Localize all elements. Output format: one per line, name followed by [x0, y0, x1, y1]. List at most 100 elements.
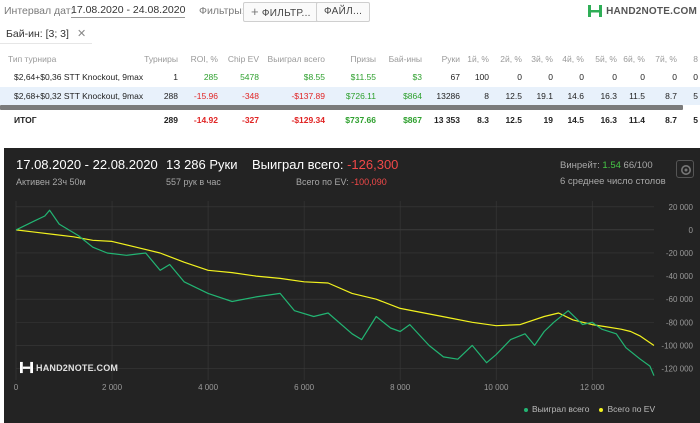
cell: 0: [548, 72, 553, 82]
cell: 67: [450, 72, 460, 82]
filter-button-label: ФИЛЬТР...: [261, 8, 311, 19]
legend-item-won[interactable]: Выиграл всего: [524, 404, 589, 414]
cell: $737.66: [345, 115, 376, 125]
y-tick-label: -100 000: [661, 341, 693, 350]
cell: 0: [612, 72, 617, 82]
cell: 100: [474, 72, 489, 82]
col-header[interactable]: 8: [693, 50, 698, 68]
cell: 285: [203, 72, 218, 82]
cell: 1: [173, 72, 178, 82]
y-tick-label: -60 000: [666, 295, 694, 304]
cell: 16.3: [600, 91, 617, 101]
cell: $726.11: [345, 91, 376, 101]
close-icon[interactable]: ✕: [77, 28, 86, 40]
cell: 5: [693, 91, 698, 101]
col-header[interactable]: 7й, %: [655, 50, 677, 68]
col-header[interactable]: Руки: [442, 50, 460, 68]
cell-type: $2,68+$0,32 STT Knockout, 9max: [14, 91, 144, 101]
legend-item-ev[interactable]: Всего по EV: [599, 404, 655, 414]
plus-icon: +: [251, 4, 259, 19]
cell: 8.7: [665, 91, 677, 101]
table-row[interactable]: $2,64+$0,36 STT Knockout, 9max 1 285 547…: [0, 68, 700, 86]
cell: 288: [163, 91, 178, 101]
brand-logo: HAND2NOTE.COM: [588, 4, 697, 18]
table-total-row: ИТОГ 289 -14.92 -327 -$129.34 $737.66 $8…: [0, 111, 700, 129]
cell: 0: [640, 72, 645, 82]
cell: 13286: [436, 91, 460, 101]
cell: 11.4: [628, 115, 645, 125]
cell: $11.55: [350, 72, 376, 82]
cell: $864: [403, 91, 422, 101]
col-header[interactable]: Тип турнира: [8, 50, 56, 68]
col-header[interactable]: 3й, %: [531, 50, 553, 68]
cell: $8.55: [303, 72, 325, 82]
cell: 19: [543, 115, 553, 125]
col-header[interactable]: 1й, %: [467, 50, 489, 68]
total-label: ИТОГ: [14, 115, 37, 125]
legend-label-ev: Всего по EV: [607, 404, 656, 414]
cell: 13 353: [434, 115, 460, 125]
col-header[interactable]: Турниры: [144, 50, 178, 68]
cell: 8.3: [477, 115, 489, 125]
cell: 14.5: [567, 115, 584, 125]
col-header[interactable]: Призы: [350, 50, 376, 68]
cell: 0: [517, 72, 522, 82]
cell: 5478: [240, 72, 259, 82]
cell: -14.92: [193, 115, 218, 125]
cell: 11.5: [629, 91, 645, 101]
y-tick-label: -20 000: [666, 249, 694, 258]
filters-label: Фильтры:: [199, 5, 245, 17]
app-window: Интервал дат: 17.08.2020 - 24.08.2020 Фи…: [0, 0, 700, 423]
buyin-filter-chip[interactable]: Бай-ин: [3; 3] ✕: [0, 26, 93, 44]
legend-label-won: Выиграл всего: [532, 404, 590, 414]
cell: 5: [693, 115, 698, 125]
col-header[interactable]: Бай-ины: [389, 50, 422, 68]
chip-label: Бай-ин: [3; 3]: [6, 28, 69, 40]
series-line-ev: [15, 229, 655, 346]
col-header[interactable]: Chip EV: [228, 50, 259, 68]
col-header[interactable]: 6й, %: [623, 50, 645, 68]
x-tick-label: 4 000: [198, 383, 219, 392]
filter-button[interactable]: + ФИЛЬТР...: [243, 2, 319, 22]
col-header[interactable]: 2й, %: [500, 50, 522, 68]
cell: 8: [484, 91, 489, 101]
cell: -$137.89: [291, 91, 325, 101]
horizontal-scrollbar[interactable]: [0, 105, 683, 110]
y-tick-label: -80 000: [666, 318, 694, 327]
y-tick-label: -40 000: [666, 272, 694, 281]
cell: 0: [693, 72, 698, 82]
toolbar: Интервал дат: 17.08.2020 - 24.08.2020 Фи…: [0, 0, 700, 24]
cell: 14.6: [567, 91, 584, 101]
hand2note-logo-icon: [588, 5, 603, 17]
series-line-won: [15, 209, 655, 376]
legend-dot-ev: [599, 407, 604, 412]
x-tick-label: 12 000: [580, 383, 605, 392]
results-chart: 20 000 0 -20 000 -40 000 -60 000 -80 000 -100 …: [14, 201, 694, 392]
cell: -348: [241, 91, 259, 101]
table-header: Тип турнира Турниры ROI, % Chip EV Выигр…: [0, 50, 700, 68]
y-tick-label: -120 000: [661, 364, 693, 373]
col-header[interactable]: 4й, %: [562, 50, 584, 68]
cell: $867: [403, 115, 422, 125]
col-header[interactable]: ROI, %: [191, 50, 218, 68]
cell-type: $2,64+$0,36 STT Knockout, 9max: [14, 72, 144, 82]
legend-dot-won: [524, 407, 528, 412]
cell: 8.7: [665, 115, 677, 125]
table-row-selected[interactable]: $2,68+$0,32 STT Knockout, 9max 288 -15.9…: [0, 87, 700, 105]
hand2note-logo-icon: [20, 361, 33, 374]
file-button[interactable]: ФАЙЛ...: [316, 2, 371, 22]
cell: 19.1: [536, 91, 553, 101]
x-tick-label: 2 000: [102, 383, 123, 392]
col-header[interactable]: 5й, %: [595, 50, 617, 68]
date-interval-picker[interactable]: 17.08.2020 - 24.08.2020: [71, 4, 186, 18]
y-tick-label: 0: [689, 226, 694, 235]
col-header[interactable]: Выиграл всего: [268, 50, 325, 68]
x-tick-label: 8 000: [390, 383, 411, 392]
cell: $3: [412, 72, 422, 82]
y-tick-label: 20 000: [669, 203, 694, 212]
cell: 12.5: [505, 91, 522, 101]
chart-watermark: HAND2NOTE.COM: [20, 361, 118, 374]
x-tick-label: 6 000: [294, 383, 315, 392]
cell: -15.96: [193, 91, 218, 101]
cell: -$129.34: [291, 115, 325, 125]
